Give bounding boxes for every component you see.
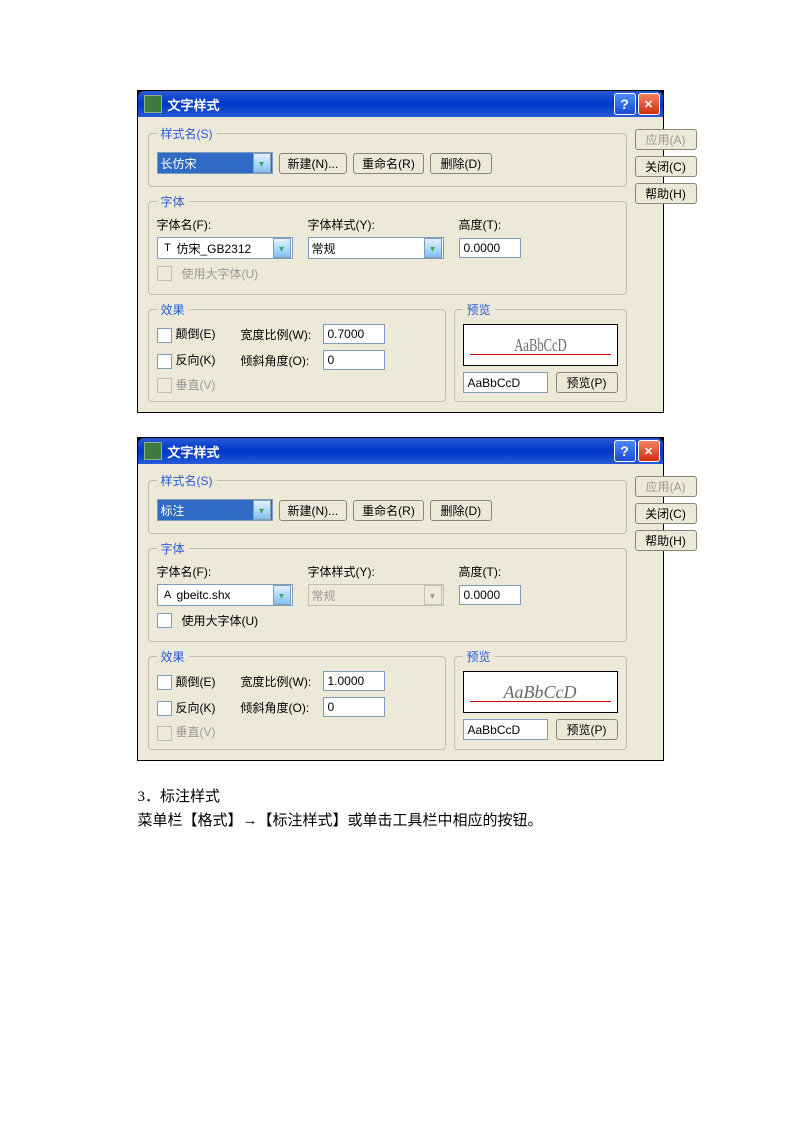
preview-button[interactable]: 预览(P) (556, 719, 618, 740)
style-name-group: 样式名(S) 标注 新建(N)... 重命名(R) 删除(D) (148, 472, 627, 534)
preview-legend: 预览 (463, 301, 495, 318)
style-name-legend: 样式名(S) (157, 125, 217, 142)
app-icon (144, 95, 162, 113)
vertical-checkbox (157, 378, 172, 393)
chevron-down-icon (424, 585, 442, 605)
text-style-dialog-1: 文字样式 样式名(S) 长仿宋 新建(N)... 重命名(R) 删除(D) (137, 90, 664, 413)
chevron-down-icon[interactable] (253, 500, 271, 520)
apply-button: 应用(A) (635, 476, 697, 497)
dialog-title: 文字样式 (168, 95, 612, 114)
effects-legend: 效果 (157, 648, 189, 665)
height-input[interactable]: 0.0000 (459, 238, 521, 258)
preview-legend: 预览 (463, 648, 495, 665)
titlebar-close-button[interactable] (638, 440, 660, 462)
height-label: 高度(T): (459, 563, 618, 580)
style-name-legend: 样式名(S) (157, 472, 217, 489)
titlebar-help-button[interactable] (614, 440, 636, 462)
help-button[interactable]: 帮助(H) (635, 530, 697, 551)
big-font-checkbox[interactable] (157, 613, 172, 628)
backwards-checkbox[interactable] (157, 701, 172, 716)
app-icon (144, 442, 162, 460)
preview-canvas: AaBbCcD (463, 671, 618, 713)
effects-legend: 效果 (157, 301, 189, 318)
font-name-label: 字体名(F): (157, 563, 292, 580)
big-font-label: 使用大字体(U) (182, 265, 259, 282)
oblique-label: 倾斜角度(O): (241, 352, 323, 369)
upside-down-checkbox[interactable] (157, 675, 172, 690)
rename-button[interactable]: 重命名(R) (353, 500, 424, 521)
width-factor-label: 宽度比例(W): (241, 673, 323, 690)
style-name-combo[interactable]: 标注 (157, 499, 273, 521)
font-group: 字体 字体名(F): 字体样式(Y): 高度(T): T 仿宋_GB2312 常… (148, 193, 627, 295)
font-style-label: 字体样式(Y): (308, 563, 443, 580)
height-input[interactable]: 0.0000 (459, 585, 521, 605)
text-style-dialog-2: 文字样式 样式名(S) 标注 新建(N)... 重命名(R) 删除(D) 字体 (137, 437, 664, 760)
chevron-down-icon[interactable] (273, 585, 291, 605)
new-button[interactable]: 新建(N)... (279, 153, 348, 174)
preview-group: 预览 AaBbCcD AaBbCcD 预览(P) (454, 648, 627, 749)
width-factor-input[interactable]: 0.7000 (323, 324, 385, 344)
truetype-icon: T (161, 241, 175, 255)
width-factor-input[interactable]: 1.0000 (323, 671, 385, 691)
width-factor-label: 宽度比例(W): (241, 326, 323, 343)
font-name-combo[interactable]: T 仿宋_GB2312 (157, 237, 293, 259)
style-name-combo[interactable]: 长仿宋 (157, 152, 273, 174)
document-text: 3．标注样式 菜单栏【格式】→【标注样式】或单击工具栏中相应的按钮。 (138, 785, 663, 833)
apply-button: 应用(A) (635, 129, 697, 150)
preview-text-input[interactable]: AaBbCcD (463, 372, 548, 393)
height-label: 高度(T): (459, 216, 618, 233)
effects-group: 效果 颠倒(E) 宽度比例(W): 0.7000 反向(K) 倾斜角度(O): … (148, 301, 446, 402)
chevron-down-icon[interactable] (253, 153, 271, 173)
big-font-label: 使用大字体(U) (182, 612, 259, 629)
font-style-label: 字体样式(Y): (308, 216, 443, 233)
font-style-combo[interactable]: 常规 (308, 237, 444, 259)
font-legend: 字体 (157, 540, 189, 557)
big-font-checkbox (157, 266, 172, 281)
backwards-checkbox[interactable] (157, 354, 172, 369)
chevron-down-icon[interactable] (273, 238, 291, 258)
font-name-combo[interactable]: A gbeitc.shx (157, 584, 293, 606)
help-button[interactable]: 帮助(H) (635, 183, 697, 204)
preview-group: 预览 AaBbCcD AaBbCcD 预览(P) (454, 301, 627, 402)
preview-text-input[interactable]: AaBbCcD (463, 719, 548, 740)
font-name-label: 字体名(F): (157, 216, 292, 233)
shx-icon: A (161, 588, 175, 602)
titlebar[interactable]: 文字样式 (138, 91, 663, 117)
preview-canvas: AaBbCcD (463, 324, 618, 366)
font-group: 字体 字体名(F): 字体样式(Y): 高度(T): A gbeitc.shx … (148, 540, 627, 642)
close-button[interactable]: 关闭(C) (635, 503, 697, 524)
delete-button[interactable]: 删除(D) (430, 153, 492, 174)
titlebar[interactable]: 文字样式 (138, 438, 663, 464)
effects-group: 效果 颠倒(E) 宽度比例(W): 1.0000 反向(K) 倾斜角度(O): … (148, 648, 446, 749)
rename-button[interactable]: 重命名(R) (353, 153, 424, 174)
style-name-group: 样式名(S) 长仿宋 新建(N)... 重命名(R) 删除(D) (148, 125, 627, 187)
upside-down-checkbox[interactable] (157, 328, 172, 343)
close-button[interactable]: 关闭(C) (635, 156, 697, 177)
new-button[interactable]: 新建(N)... (279, 500, 348, 521)
vertical-checkbox (157, 726, 172, 741)
titlebar-help-button[interactable] (614, 93, 636, 115)
oblique-label: 倾斜角度(O): (241, 699, 323, 716)
chevron-down-icon[interactable] (424, 238, 442, 258)
delete-button[interactable]: 删除(D) (430, 500, 492, 521)
oblique-input[interactable]: 0 (323, 350, 385, 370)
titlebar-close-button[interactable] (638, 93, 660, 115)
dialog-title: 文字样式 (168, 442, 612, 461)
font-legend: 字体 (157, 193, 189, 210)
preview-button[interactable]: 预览(P) (556, 372, 618, 393)
font-style-combo: 常规 (308, 584, 444, 606)
oblique-input[interactable]: 0 (323, 697, 385, 717)
